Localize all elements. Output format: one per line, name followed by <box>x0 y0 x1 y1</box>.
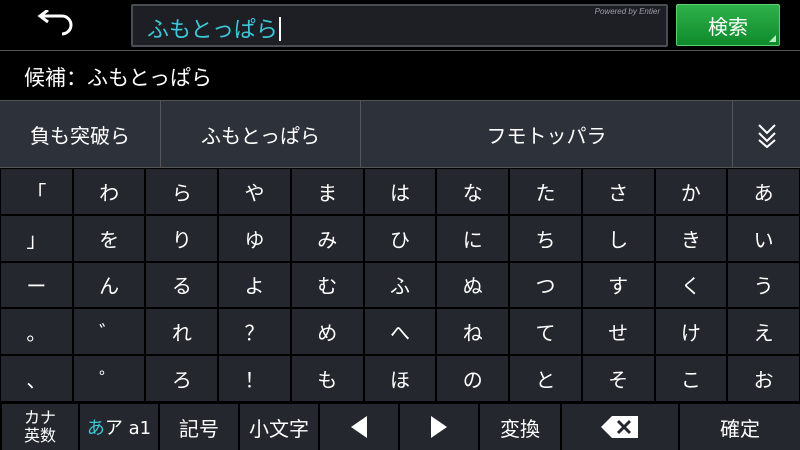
kana-key[interactable]: ぬ <box>437 262 509 308</box>
kana-key[interactable]: を <box>73 215 145 261</box>
symbols-label: 記号 <box>179 416 219 441</box>
kana-key[interactable]: や <box>219 169 290 214</box>
kana-key[interactable]: た <box>510 169 581 214</box>
kana-key[interactable]: そ <box>582 356 654 401</box>
kana-key[interactable]: 」 <box>1 215 72 261</box>
kana-key[interactable]: わ <box>73 169 145 214</box>
kana-key[interactable]: ろ <box>146 356 218 401</box>
kana-key[interactable]: ひ <box>364 215 436 261</box>
convert-label: 変換 <box>500 416 540 441</box>
kana-key[interactable]: き <box>655 215 727 261</box>
kana-key[interactable]: る <box>146 262 218 308</box>
kana-key[interactable]: ー <box>1 262 72 308</box>
kana-keyboard: 「わらやまはなたさかあ」をりゆみひにちしきいーんるよむふぬつすくう。゛れ？めへね… <box>0 168 800 402</box>
candidate-text: 候補：ふもとっぱら <box>24 66 212 90</box>
kana-key[interactable]: ゆ <box>219 215 290 261</box>
kana-key[interactable]: め <box>291 309 363 355</box>
kana-key[interactable]: か <box>655 169 727 214</box>
kana-key[interactable]: り <box>146 215 218 261</box>
kana-key[interactable]: ん <box>73 262 145 308</box>
confirm-button[interactable]: 確定 <box>680 404 800 450</box>
kana-key[interactable]: 、 <box>1 356 72 401</box>
kana-key[interactable]: ！ <box>219 356 290 401</box>
kana-key[interactable]: す <box>582 262 654 308</box>
kana-key[interactable]: く <box>655 262 727 308</box>
kana-key[interactable]: う <box>728 262 799 308</box>
kana-key[interactable]: も <box>291 356 363 401</box>
back-button[interactable] <box>20 2 92 46</box>
powered-by-label: Powered by Entier <box>594 7 660 16</box>
kana-key[interactable]: は <box>364 169 436 214</box>
search-input-value: ふもとっぱら <box>147 12 281 44</box>
small-chars-label: 小文字 <box>249 416 309 441</box>
search-input[interactable]: ふもとっぱら Powered by Entier <box>131 4 668 47</box>
backspace-button[interactable] <box>562 404 678 450</box>
kana-key[interactable]: け <box>655 309 727 355</box>
small-chars-button[interactable]: 小文字 <box>240 404 318 450</box>
conversion-more-button[interactable] <box>732 101 800 168</box>
kana-key[interactable]: ？ <box>219 309 290 355</box>
candidate-line: 候補：ふもとっぱら <box>0 50 800 100</box>
input-mode-button[interactable]: あア a1 <box>80 404 158 450</box>
symbols-button[interactable]: 記号 <box>160 404 238 450</box>
kana-key[interactable]: と <box>510 356 581 401</box>
right-triangle-icon <box>431 416 447 438</box>
kana-key[interactable]: ゛ <box>73 309 145 355</box>
kana-key[interactable]: ゜ <box>73 356 145 401</box>
kana-key[interactable]: い <box>728 215 799 261</box>
kana-key[interactable]: ま <box>291 169 363 214</box>
kana-key[interactable]: れ <box>146 309 218 355</box>
corner-mark-icon <box>769 35 776 42</box>
kana-key[interactable]: 「 <box>1 169 72 214</box>
mode-rest-label: ア a1 <box>104 418 152 439</box>
kana-key[interactable]: の <box>437 356 509 401</box>
conversion-candidates: 負も突破ら ふもとっぱら フモトッパラ <box>0 100 800 168</box>
kana-key[interactable]: せ <box>582 309 654 355</box>
kana-key[interactable]: む <box>291 262 363 308</box>
kana-key[interactable]: て <box>510 309 581 355</box>
kana-key[interactable]: ふ <box>364 262 436 308</box>
kana-key[interactable]: え <box>728 309 799 355</box>
search-button-label: 検索 <box>708 14 748 39</box>
backspace-icon <box>601 416 638 438</box>
back-arrow-icon <box>37 10 73 36</box>
kana-key[interactable]: 。 <box>1 309 72 355</box>
kana-key[interactable]: し <box>582 215 654 261</box>
kana-key[interactable]: ね <box>437 309 509 355</box>
kana-eisu-line1: カナ <box>23 408 56 427</box>
convert-button[interactable]: 変換 <box>480 404 560 450</box>
kana-eisu-line2: 英数 <box>23 426 56 445</box>
double-chevron-down-icon <box>757 123 776 148</box>
left-triangle-icon <box>351 416 367 438</box>
kana-key[interactable]: さ <box>582 169 654 214</box>
kana-key[interactable]: に <box>437 215 509 261</box>
cursor-right-button[interactable] <box>400 404 478 450</box>
kana-key[interactable]: ち <box>510 215 581 261</box>
kana-key[interactable]: な <box>437 169 509 214</box>
mode-hira-label: あ <box>86 418 105 439</box>
kana-key[interactable]: お <box>728 356 799 401</box>
kana-eisu-button[interactable]: カナ 英数 <box>2 404 78 450</box>
conversion-item[interactable]: ふもとっぱら <box>161 101 361 168</box>
function-row: カナ 英数 あア a1 記号 小文字 変換 確定 <box>0 402 800 450</box>
kana-key[interactable]: つ <box>510 262 581 308</box>
cursor-left-button[interactable] <box>320 404 398 450</box>
text-caret <box>278 17 281 41</box>
kana-key[interactable]: ほ <box>364 356 436 401</box>
kana-key[interactable]: へ <box>364 309 436 355</box>
kana-key[interactable]: み <box>291 215 363 261</box>
search-button[interactable]: 検索 <box>676 4 780 46</box>
conversion-item[interactable]: 負も突破ら <box>0 101 161 168</box>
kana-key[interactable]: よ <box>219 262 290 308</box>
top-bar: ふもとっぱら Powered by Entier 検索 <box>0 0 800 50</box>
kana-key[interactable]: あ <box>728 169 799 214</box>
kana-key[interactable]: こ <box>655 356 727 401</box>
kana-key[interactable]: ら <box>146 169 218 214</box>
conversion-item[interactable]: フモトッパラ <box>361 101 732 168</box>
confirm-label: 確定 <box>720 416 760 441</box>
